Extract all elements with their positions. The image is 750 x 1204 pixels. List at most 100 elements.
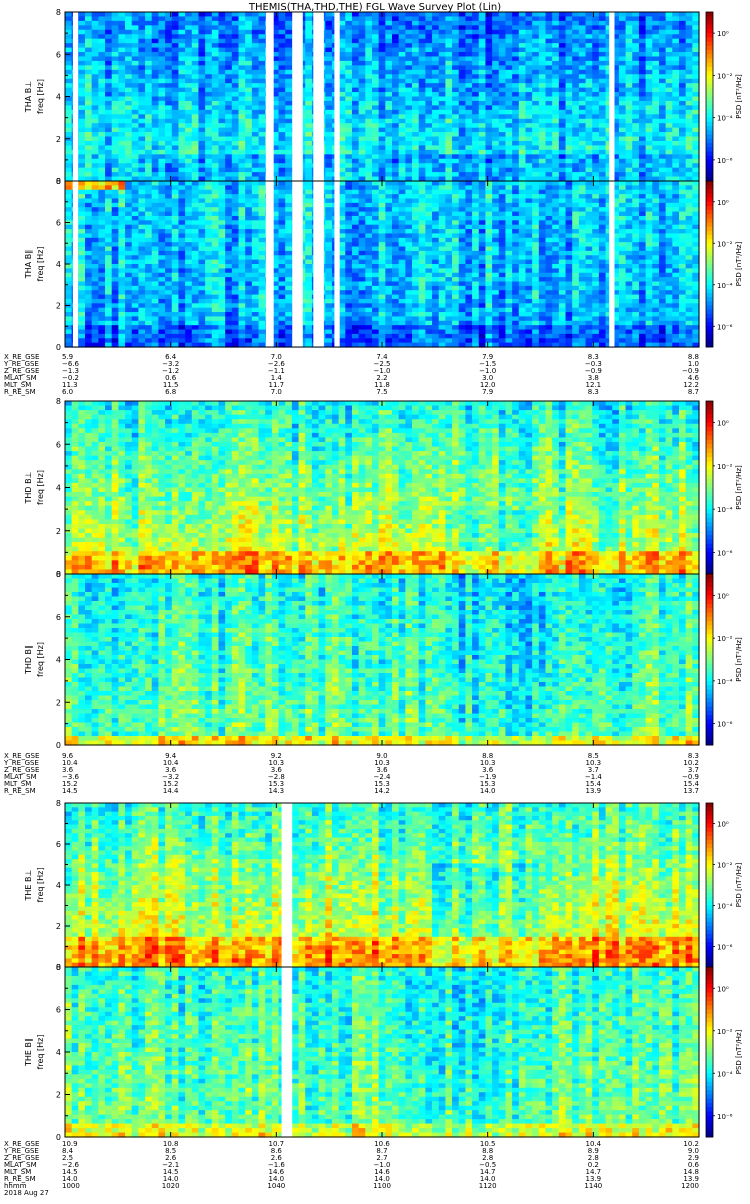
spectrogram-cell (492, 30, 499, 35)
spectrogram-cell (152, 119, 159, 124)
spectrogram-cell (686, 163, 693, 168)
spectrogram-cell (158, 34, 165, 39)
spectrogram-cell (78, 330, 85, 335)
spectrogram-cell (499, 150, 506, 155)
spectrogram-cell (599, 79, 606, 84)
spectrogram-cell (125, 295, 132, 300)
spectrogram-cell (138, 97, 145, 102)
spectrogram-cell (419, 145, 426, 150)
spectrogram-cell (92, 119, 99, 124)
spectrogram-cell (145, 264, 152, 269)
spectrogram-cell (198, 65, 205, 70)
spectrogram-cell (152, 83, 159, 88)
spectrogram-cell (586, 145, 593, 150)
spectrogram-cell (185, 70, 192, 75)
spectrogram-cell (519, 150, 526, 155)
spectrogram-cell (412, 145, 419, 150)
spectrogram-cell (419, 92, 426, 97)
spectrogram-cell (372, 168, 379, 173)
colorbar-tick-label: 10⁰ (717, 30, 729, 38)
spectrogram-cell (212, 181, 219, 186)
spectrogram-cell (465, 34, 472, 39)
spectrogram-cell (225, 194, 232, 199)
spectrogram-cell (218, 207, 225, 212)
spectrogram-cell (172, 39, 179, 44)
spectrogram-cell (492, 34, 499, 39)
spectrogram-cell (65, 61, 72, 66)
spectrogram-cell (178, 79, 185, 84)
spectrogram-cell (152, 70, 159, 75)
spectrogram-cell (165, 281, 172, 286)
spectrogram-cell (259, 159, 266, 164)
spectrogram-cell (105, 16, 112, 21)
spectrogram-cell (165, 194, 172, 199)
spectrogram-cell (132, 56, 139, 61)
spectrogram-cell (672, 79, 679, 84)
spectrogram-cell (205, 34, 212, 39)
spectrogram-cell (118, 290, 125, 295)
spectrogram-cell (392, 105, 399, 110)
spectrogram-cell (245, 251, 252, 256)
spectrogram-cell (198, 220, 205, 225)
spectrogram-cell (65, 198, 72, 203)
spectrogram-cell (405, 168, 412, 173)
spectrogram-cell (285, 65, 292, 70)
spectrogram-cell (132, 312, 139, 317)
spectrogram-cell (339, 12, 346, 17)
spectrogram-cell (185, 277, 192, 282)
spectrogram-cell (78, 303, 85, 308)
spectrogram-cell (138, 225, 145, 230)
spectrogram-cell (619, 39, 626, 44)
spectrogram-cell (259, 101, 266, 106)
spectrogram-cell (492, 168, 499, 173)
spectrogram-cell (399, 163, 406, 168)
spectrogram-cell (519, 56, 526, 61)
spectrogram-cell (118, 216, 125, 221)
spectrogram-cell (659, 105, 666, 110)
spectrogram-cell (399, 39, 406, 44)
spectrogram-cell (259, 303, 266, 308)
spectrogram-cell (85, 168, 92, 173)
spectrogram-cell (425, 132, 432, 137)
spectrogram-cell (505, 101, 512, 106)
spectrogram-cell (592, 119, 599, 124)
spectrogram-cell (452, 105, 459, 110)
spectrogram-cell (152, 159, 159, 164)
spectrogram-cell (112, 273, 119, 278)
spectrogram-cell (365, 114, 372, 119)
spectrogram-cell (105, 299, 112, 304)
spectrogram-cell (359, 79, 366, 84)
spectrogram-cell (192, 163, 199, 168)
spectrogram-cell (679, 43, 686, 48)
spectrogram-cell (552, 168, 559, 173)
spectrogram-cell (285, 255, 292, 260)
spectrogram-cell (412, 83, 419, 88)
spectrogram-cell (132, 207, 139, 212)
spectrogram-cell (118, 137, 125, 142)
spectrogram-cell (152, 21, 159, 26)
spectrogram-cell (679, 34, 686, 39)
spectrogram-cell (65, 114, 72, 119)
spectrogram-cell (412, 65, 419, 70)
spectrogram-cell (659, 12, 666, 17)
spectrogram-cell (459, 137, 466, 142)
spectrogram-cell (659, 88, 666, 93)
spectrogram-cell (592, 123, 599, 128)
spectrogram-cell (165, 128, 172, 133)
spectrogram-cell (125, 88, 132, 93)
spectrogram-cell (125, 312, 132, 317)
spectrogram-cell (345, 132, 352, 137)
spectrogram-cell (138, 281, 145, 286)
spectrogram-cell (85, 198, 92, 203)
spectrogram-cell (132, 123, 139, 128)
spectrogram-cell (639, 43, 646, 48)
spectrogram-cell (145, 251, 152, 256)
spectrogram-cell (212, 163, 219, 168)
spectrogram-cell (98, 295, 105, 300)
spectrogram-cell (592, 39, 599, 44)
spectrogram-cell (85, 16, 92, 21)
spectrogram-cell (165, 290, 172, 295)
spectrogram-cell (619, 97, 626, 102)
spectrogram-cell (485, 154, 492, 159)
spectrogram-cell (192, 233, 199, 238)
